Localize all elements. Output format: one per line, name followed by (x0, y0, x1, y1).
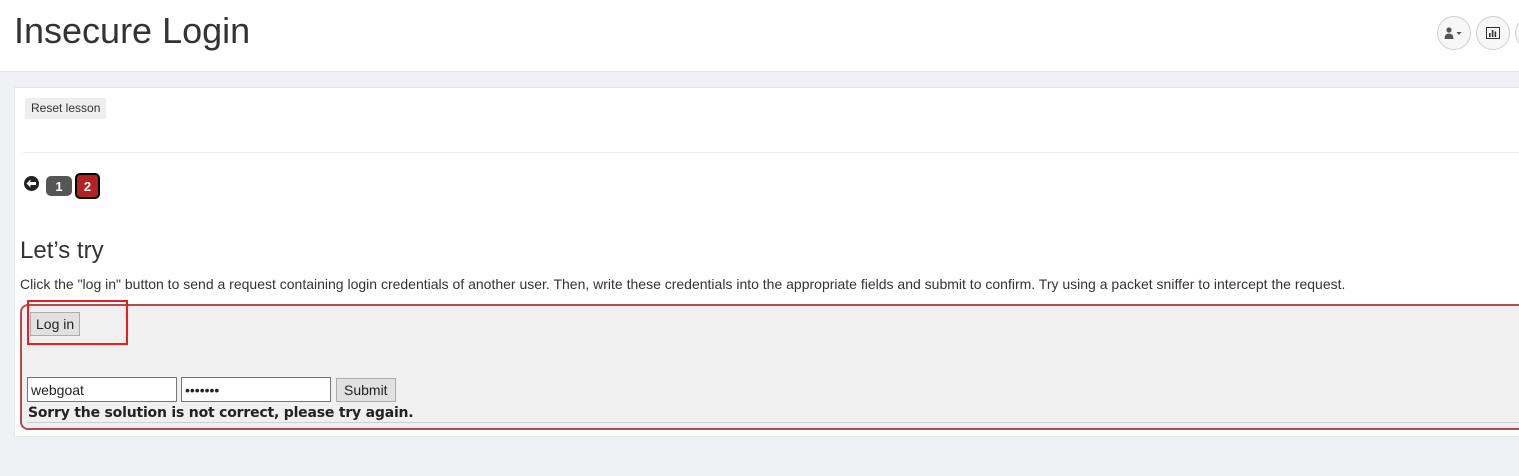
divider (23, 152, 1519, 153)
user-icon (1444, 27, 1462, 39)
arrow-left-icon (26, 179, 36, 188)
feedback-divider (27, 422, 1519, 423)
log-in-button[interactable]: Log in (30, 312, 81, 336)
report-card-button[interactable] (1476, 16, 1510, 50)
submit-button[interactable]: Submit (336, 378, 396, 402)
user-menu-button[interactable] (1437, 16, 1471, 50)
caret-down-icon (1456, 32, 1462, 35)
previous-page-button[interactable] (24, 176, 39, 191)
bar-chart-icon (1486, 27, 1500, 39)
lesson-title: Let’s try (20, 237, 104, 264)
page-header: Insecure Login (0, 0, 1519, 72)
page-title: Insecure Login (14, 10, 251, 51)
lesson-description: Click the "log in" button to send a requ… (20, 276, 1346, 292)
more-menu-button[interactable] (1515, 16, 1519, 50)
feedback-message: Sorry the solution is not correct, pleas… (28, 405, 414, 421)
reset-lesson-button[interactable]: Reset lesson (25, 98, 107, 119)
page-link-2-current[interactable]: 2 (75, 173, 100, 199)
page-link-1[interactable]: 1 (46, 176, 72, 196)
password-input[interactable] (181, 377, 331, 402)
username-input[interactable] (27, 377, 177, 402)
